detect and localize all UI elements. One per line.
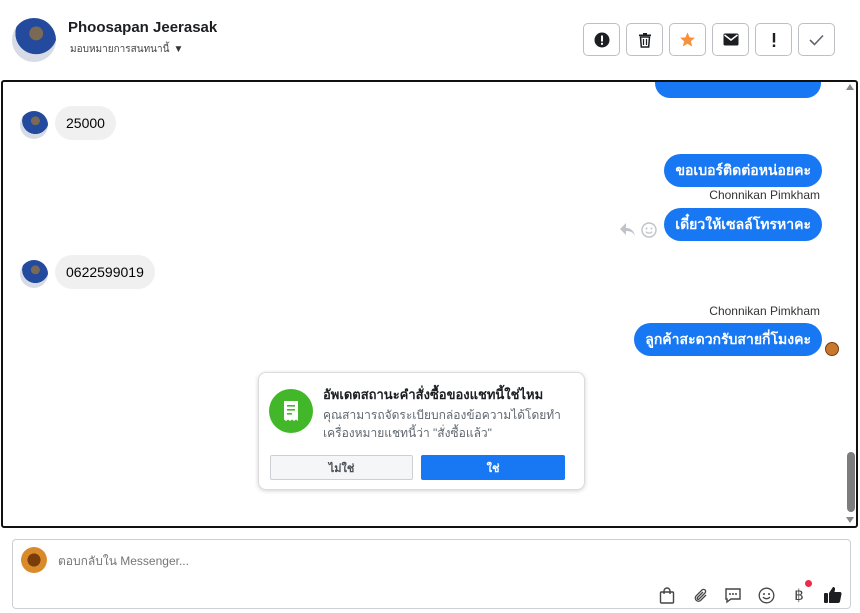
chat-icon[interactable]: [723, 585, 743, 605]
paperclip-icon[interactable]: [690, 585, 710, 605]
composer-toolbar: ฿: [657, 580, 842, 605]
scroll-down-arrow[interactable]: [846, 517, 854, 523]
assign-label: มอบหมายการสนทนานี้: [70, 44, 170, 55]
spam-icon: [594, 32, 609, 47]
star-icon: [680, 32, 695, 47]
caret-down-icon: ▼: [173, 44, 184, 55]
mark-spam-button[interactable]: [583, 23, 620, 56]
like-icon[interactable]: [822, 585, 842, 605]
message-bubble-incoming[interactable]: 25000: [55, 106, 116, 140]
receipt-icon: [269, 389, 313, 433]
message-bubble-outgoing[interactable]: เดี๋ยวให้เซลล์โทรหาคะ: [664, 208, 822, 241]
smiley-icon[interactable]: [756, 585, 776, 605]
trash-icon: [638, 32, 651, 48]
exclamation-icon: [772, 32, 775, 47]
message-bubble-partial: [655, 82, 821, 98]
mark-unread-button[interactable]: [712, 23, 749, 56]
contact-avatar-small[interactable]: [20, 111, 48, 139]
delete-button[interactable]: [626, 23, 663, 56]
mail-icon: [723, 33, 738, 46]
scroll-thumb[interactable]: [847, 452, 855, 512]
prompt-description: คุณสามารถจัดระเบียบกล่องข้อความได้โดยทำเ…: [323, 408, 561, 440]
star-button[interactable]: [669, 23, 706, 56]
notification-dot: [805, 580, 812, 587]
message-bubble-outgoing[interactable]: ขอเบอร์ติดต่อหน่อยคะ: [664, 154, 822, 187]
yes-button[interactable]: ใช่: [421, 455, 565, 480]
order-status-prompt: อัพเดตสถานะคำสั่งซื้อของแชทนี้ใช่ไหม คุณ…: [258, 372, 585, 490]
bag-icon[interactable]: [657, 585, 677, 605]
scrollbar[interactable]: [844, 82, 856, 526]
emoji-icon[interactable]: [641, 222, 657, 238]
reply-input[interactable]: [58, 554, 658, 568]
message-bubble-outgoing[interactable]: ลูกค้าสะดวกรับสายกี่โมงคะ: [634, 323, 822, 356]
page-avatar: [21, 547, 47, 573]
contact-name[interactable]: Phoosapan Jeerasak: [68, 19, 217, 36]
message-bubble-incoming[interactable]: 0622599019: [55, 255, 155, 289]
sender-name: Chonnikan Pimkham: [709, 188, 820, 202]
conversation-header: Phoosapan Jeerasak มอบหมายการสนทนานี้ ▼: [0, 0, 860, 80]
scroll-up-arrow[interactable]: [846, 84, 854, 90]
assign-conversation-dropdown[interactable]: มอบหมายการสนทนานี้ ▼: [70, 42, 183, 57]
no-button[interactable]: ไม่ใช่: [270, 455, 413, 480]
reply-icon[interactable]: [619, 222, 636, 237]
check-icon: [809, 34, 824, 46]
conversation-toolbar: [583, 23, 835, 56]
contact-avatar[interactable]: [12, 18, 56, 62]
seen-avatar: [825, 342, 839, 356]
sender-name: Chonnikan Pimkham: [709, 304, 820, 318]
contact-avatar-small[interactable]: [20, 260, 48, 288]
baht-icon[interactable]: ฿: [789, 580, 812, 605]
important-button[interactable]: [755, 23, 792, 56]
message-thread[interactable]: 25000 ขอเบอร์ติดต่อหน่อยคะ Chonnikan Pim…: [1, 80, 858, 528]
prompt-title: อัพเดตสถานะคำสั่งซื้อของแชทนี้ใช่ไหม: [323, 387, 544, 402]
reply-composer: ฿: [12, 539, 851, 609]
mark-done-button[interactable]: [798, 23, 835, 56]
